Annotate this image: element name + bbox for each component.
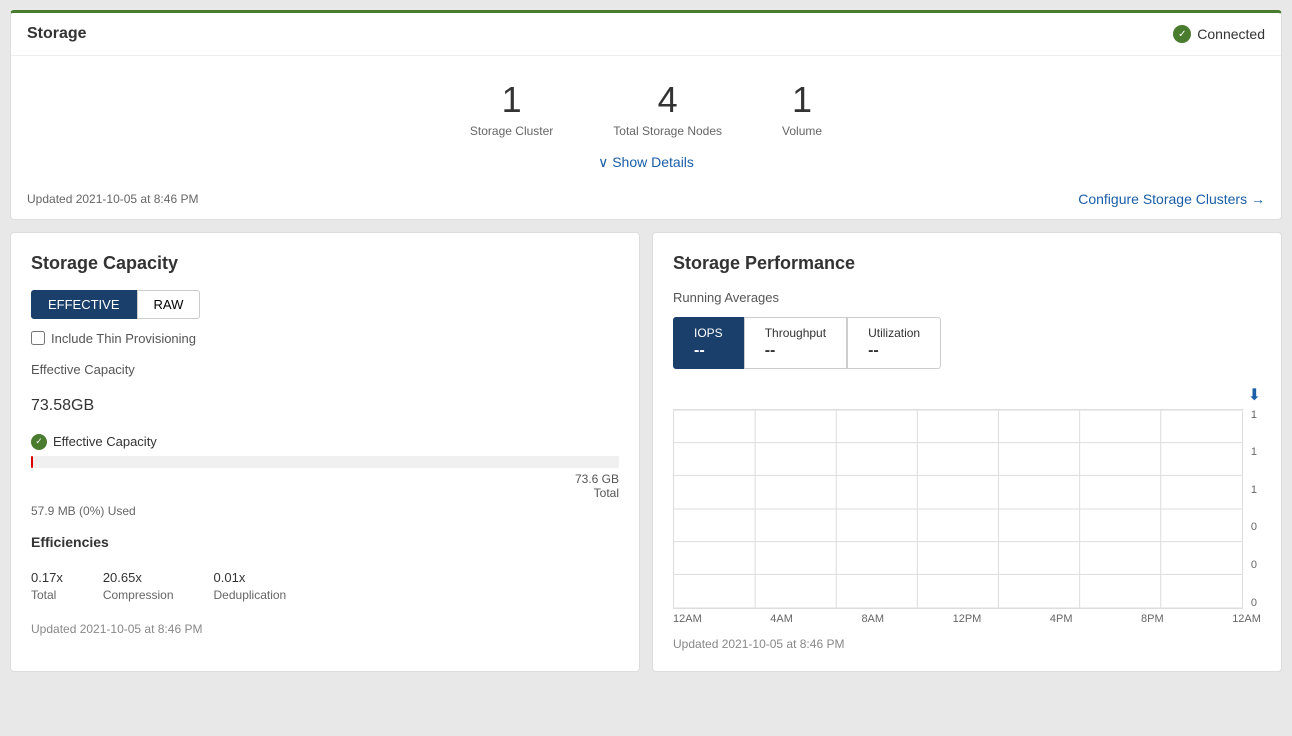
capacity-card-footer: Updated 2021-10-05 at 8:46 PM — [31, 622, 619, 636]
storage-performance-card: Storage Performance Running Averages IOP… — [652, 232, 1282, 672]
chart-download-row: ⬇ — [673, 385, 1261, 405]
top-card: Storage ✓ Connected 1 Storage Cluster 4 … — [10, 10, 1282, 220]
connection-status-label: Connected — [1197, 26, 1265, 42]
perf-tab-throughput[interactable]: Throughput -- — [744, 317, 847, 369]
bar-total-sub: Total — [575, 486, 619, 500]
y-label-1: 1 — [1251, 446, 1257, 458]
efficiency-deduplication-value: 0.01x — [214, 562, 287, 588]
x-label-1: 4AM — [770, 613, 793, 625]
capacity-bar-header: ✓ Effective Capacity — [31, 434, 619, 450]
capacity-value: 73.58GB — [31, 381, 619, 418]
chart-wrapper: 1 1 1 0 0 0 — [673, 409, 1261, 609]
thin-provisioning-label: Include Thin Provisioning — [51, 331, 196, 346]
y-label-2: 1 — [1251, 484, 1257, 496]
x-label-2: 8AM — [861, 613, 884, 625]
efficiencies-title: Efficiencies — [31, 534, 619, 550]
capacity-tab-group: EFFECTIVE RAW — [31, 290, 619, 319]
top-card-header: Storage ✓ Connected — [11, 13, 1281, 56]
bottom-row: Storage Capacity EFFECTIVE RAW Include T… — [10, 232, 1282, 672]
chart-y-axis: 1 1 1 0 0 0 — [1243, 409, 1261, 609]
stats-row: 1 Storage Cluster 4 Total Storage Nodes … — [11, 56, 1281, 146]
efficiency-compression: 20.65x Compression — [103, 562, 174, 602]
chart-x-axis: 12AM 4AM 8AM 12PM 4PM 8PM 12AM — [673, 609, 1261, 625]
chart-area: ⬇ — [673, 385, 1261, 625]
tab-raw[interactable]: RAW — [137, 290, 201, 319]
efficiency-compression-label: Compression — [103, 588, 174, 602]
download-icon[interactable]: ⬇ — [1248, 385, 1261, 405]
top-card-footer: Updated 2021-10-05 at 8:46 PM Configure … — [11, 179, 1281, 219]
show-details-link[interactable]: ∨ Show Details — [598, 154, 694, 170]
storage-cluster-count: 1 — [470, 80, 553, 120]
storage-performance-title: Storage Performance — [673, 253, 1261, 274]
chart-svg — [674, 410, 1242, 608]
stat-volume: 1 Volume — [782, 80, 822, 138]
bar-total: 73.6 GB Total — [575, 472, 619, 500]
efficiency-compression-value: 20.65x — [103, 562, 174, 588]
app-title: Storage — [27, 25, 87, 43]
capacity-bar-section: ✓ Effective Capacity 73.6 GB Total 57.9 … — [31, 434, 619, 518]
efficiency-total: 0.17x Total — [31, 562, 63, 602]
bar-total-value: 73.6 GB — [575, 472, 619, 486]
thin-provisioning-checkbox[interactable] — [31, 331, 45, 345]
total-nodes-count: 4 — [613, 80, 722, 120]
perf-tab-utilization-value: -- — [868, 342, 920, 360]
total-nodes-label: Total Storage Nodes — [613, 124, 722, 138]
storage-capacity-card: Storage Capacity EFFECTIVE RAW Include T… — [10, 232, 640, 672]
efficiency-total-value: 0.17x — [31, 562, 63, 588]
chart-canvas — [673, 409, 1243, 609]
volume-count: 1 — [782, 80, 822, 120]
stat-storage-cluster: 1 Storage Cluster — [470, 80, 553, 138]
tab-effective[interactable]: EFFECTIVE — [31, 290, 137, 319]
connection-status: ✓ Connected — [1173, 25, 1265, 43]
x-label-0: 12AM — [673, 613, 702, 625]
perf-tabs: IOPS -- Throughput -- Utilization -- — [673, 317, 1261, 369]
stat-total-nodes: 4 Total Storage Nodes — [613, 80, 722, 138]
bar-fill — [31, 456, 33, 468]
x-label-3: 12PM — [953, 613, 982, 625]
volume-label: Volume — [782, 124, 822, 138]
x-label-5: 8PM — [1141, 613, 1164, 625]
efficiency-deduplication-label: Deduplication — [214, 588, 287, 602]
show-details-row: ∨ Show Details — [11, 146, 1281, 179]
efficiencies-row: 0.17x Total 20.65x Compression 0.01x — [31, 562, 619, 602]
y-label-0: 1 — [1251, 409, 1257, 421]
configure-storage-clusters-link[interactable]: Configure Storage Clusters → — [1078, 191, 1265, 207]
storage-cluster-label: Storage Cluster — [470, 124, 553, 138]
y-label-4: 0 — [1251, 559, 1257, 571]
efficiency-deduplication: 0.01x Deduplication — [214, 562, 287, 602]
capacity-bar — [31, 456, 619, 468]
bar-check-icon: ✓ — [31, 434, 47, 450]
performance-card-footer: Updated 2021-10-05 at 8:46 PM — [673, 637, 1261, 651]
x-label-6: 12AM — [1232, 613, 1261, 625]
capacity-label: Effective Capacity — [31, 362, 619, 377]
y-label-3: 0 — [1251, 521, 1257, 533]
y-label-5: 0 — [1251, 597, 1257, 609]
perf-tab-utilization[interactable]: Utilization -- — [847, 317, 941, 369]
perf-tab-iops[interactable]: IOPS -- — [673, 317, 744, 369]
summary-updated-text: Updated 2021-10-05 at 8:46 PM — [27, 192, 198, 206]
running-averages-label: Running Averages — [673, 290, 1261, 305]
perf-tab-iops-value: -- — [694, 342, 723, 360]
perf-tab-utilization-label: Utilization — [868, 326, 920, 340]
thin-provisioning-row: Include Thin Provisioning — [31, 331, 619, 346]
storage-capacity-title: Storage Capacity — [31, 253, 619, 274]
used-label: 57.9 MB (0%) Used — [31, 504, 619, 518]
efficiencies-section: Efficiencies 0.17x Total 20.65x Compress… — [31, 534, 619, 602]
perf-tab-throughput-label: Throughput — [765, 326, 826, 340]
efficiency-total-label: Total — [31, 588, 63, 602]
bar-labels: 73.6 GB Total — [31, 472, 619, 500]
perf-tab-iops-label: IOPS — [694, 326, 723, 340]
capacity-unit: GB — [71, 397, 94, 414]
x-label-4: 4PM — [1050, 613, 1073, 625]
bar-label: Effective Capacity — [53, 434, 157, 449]
connected-icon: ✓ — [1173, 25, 1191, 43]
perf-tab-throughput-value: -- — [765, 342, 826, 360]
capacity-number: 73.58 — [31, 397, 71, 414]
